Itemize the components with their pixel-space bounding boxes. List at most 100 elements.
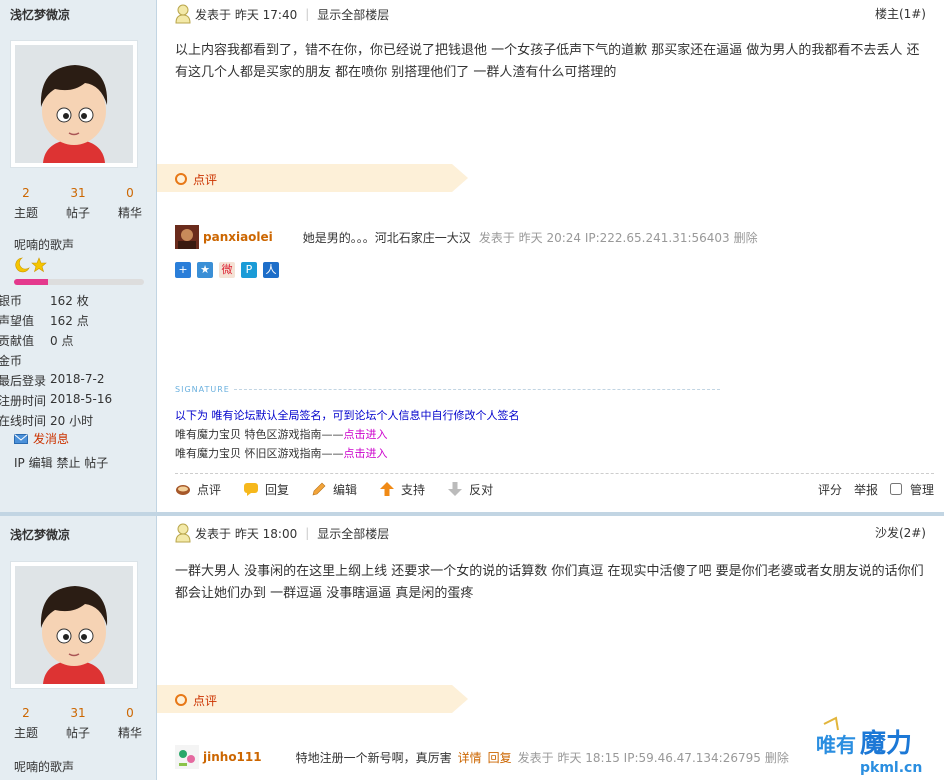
online-status-icon [175, 4, 191, 24]
post-main: 发表于 昨天 17:40 | 显示全部楼层 楼主(1#) 以上内容我都看到了，错… [157, 0, 944, 512]
signature-divider: SIGNATURE [175, 384, 720, 394]
pencil-icon [312, 482, 326, 496]
stat-posts[interactable]: 31 帖子 [66, 186, 90, 221]
teacup-icon [176, 485, 190, 495]
floor-number[interactable]: 楼主(1#) [875, 5, 926, 22]
comment-button[interactable]: 点评 [175, 481, 221, 498]
share-bar: + ★ 微 P 人 [175, 262, 279, 278]
post-content: 一群大男人 没事闲的在这里上纲上线 还要求一个女的说的话算数 你们真逗 在现实中… [175, 564, 924, 601]
comment-reply-link[interactable]: 回复 [488, 749, 512, 766]
comment-meta: 发表于 昨天 18:15 IP:59.46.47.134:26795 [517, 750, 761, 765]
floor-number[interactable]: 沙发(2#) [875, 524, 926, 541]
svg-text:pkml.cn: pkml.cn [860, 760, 922, 776]
comment-delete-link[interactable]: 删除 [734, 229, 758, 246]
level-progress-bar [14, 279, 144, 285]
svg-text:魔力: 魔力 [860, 729, 912, 759]
user-posts-link[interactable]: 帖子 [84, 456, 108, 470]
admin-links: IP 编辑 禁止 帖子 [14, 454, 108, 471]
profile-row: 最后登录 2018-7-2 [0, 372, 105, 388]
envelope-icon [14, 433, 28, 444]
commenter-avatar[interactable] [175, 225, 199, 249]
guide-link-2[interactable]: 点击进入 [344, 447, 388, 460]
profile-row: 银币 162 枚 [0, 294, 89, 308]
edit-user-link[interactable]: 编辑 [29, 456, 53, 470]
commenter-name[interactable]: panxiaolei [203, 230, 273, 244]
post-2: 浅忆梦微凉 2 主题 31 帖子 0 精华 呢喃的歌声 发表于 昨天 18:00… [0, 516, 944, 780]
ban-link[interactable]: 禁止 [56, 456, 80, 470]
post-1: 浅忆梦微凉 2 主题 31 帖子 0 精华 呢喃的歌声 银币 162 枚 声望值… [0, 0, 944, 512]
avatar[interactable] [10, 561, 138, 689]
signature: 以下为 唯有论坛默认全局签名，可到论坛个人信息中自行修改个人签名 唯有魔力宝贝 … [175, 406, 520, 463]
post-meta: 发表于 昨天 18:00 | 显示全部楼层 [175, 523, 934, 543]
comment-circle-icon [175, 173, 187, 185]
report-link[interactable]: 举报 [854, 481, 878, 498]
profile-row: 声望值 162 点 [0, 314, 89, 328]
comment-item: panxiaolei 她是男的。。。河北石家庄一大汉 发表于 昨天 20:24 … [175, 225, 926, 249]
commenter-name[interactable]: jinho111 [203, 750, 262, 764]
stat-threads[interactable]: 2 主题 [14, 706, 38, 741]
comment-circle-icon [175, 694, 187, 706]
comment-header: 点评 [157, 685, 468, 713]
pkml-logo: 唯有 魔力 pkml.cn [815, 716, 923, 777]
support-button[interactable]: 支持 [379, 481, 425, 498]
user-group[interactable]: 呢喃的歌声 [14, 236, 74, 253]
profile-row: 贡献值 0 点 [0, 334, 74, 348]
tencent-icon[interactable]: P [241, 262, 257, 278]
profile-row: 注册时间 2018-5-16 [0, 392, 113, 408]
stat-digest[interactable]: 0 精华 [118, 186, 142, 221]
arrow-up-icon [380, 482, 395, 496]
reply-button[interactable]: 回复 [243, 481, 289, 498]
arrow-down-icon [448, 482, 463, 496]
moon-star-icon [15, 257, 47, 273]
author-name[interactable]: 浅忆梦微凉 [10, 526, 70, 543]
author-stats: 2 主题 31 帖子 0 精华 [0, 706, 156, 741]
signature-line-1: 以下为 唯有论坛默认全局签名，可到论坛个人信息中自行修改个人签名 [175, 409, 520, 422]
user-group[interactable]: 呢喃的歌声 [14, 758, 74, 775]
stat-threads[interactable]: 2 主题 [14, 186, 38, 221]
post-actions: 点评 回复 编辑 支持 反对 评分 举报 管理 [175, 473, 934, 504]
qzone-icon[interactable]: ★ [197, 262, 213, 278]
comment-text: 特地注册一个新号啊，真厉害 [295, 750, 452, 765]
profile-fields: 银币 162 枚 声望值 162 点 贡献值 0 点 金币 最后登录 2018-7-2 … [0, 292, 148, 432]
comment-meta: 发表于 昨天 20:24 IP:222.65.241.31:56403 [478, 230, 730, 245]
weibo-icon[interactable]: 微 [219, 262, 235, 278]
speech-bubble-icon [244, 483, 259, 496]
comment-delete-link[interactable]: 删除 [765, 749, 789, 766]
plus-share-icon[interactable]: + [175, 262, 191, 278]
rate-link[interactable]: 评分 [818, 481, 842, 498]
svg-text:唯有: 唯有 [816, 733, 856, 757]
signature-line-3: 唯有魔力宝贝 怀旧区游戏指南——点击进入 [175, 447, 388, 460]
profile-row: 金币 [0, 354, 23, 368]
post-time: 发表于 昨天 17:40 [195, 7, 298, 22]
oppose-button[interactable]: 反对 [447, 481, 493, 498]
author-name[interactable]: 浅忆梦微凉 [10, 6, 70, 23]
author-stats: 2 主题 31 帖子 0 精华 [0, 186, 156, 221]
show-all-floors-link[interactable]: 显示全部楼层 [317, 6, 389, 23]
author-sidebar: 浅忆梦微凉 2 主题 31 帖子 0 精华 呢喃的歌声 [0, 0, 157, 512]
stat-posts[interactable]: 31 帖子 [66, 706, 90, 741]
guide-link-1[interactable]: 点击进入 [344, 428, 388, 441]
commenter-avatar[interactable] [175, 745, 199, 769]
manage-label: 管理 [909, 482, 934, 497]
post-content: 以上内容我都看到了，错不在你，你已经说了把钱退他 一个女孩子低声下气的道歉 那买… [175, 43, 920, 80]
online-status-icon [175, 523, 191, 543]
renren-icon[interactable]: 人 [263, 262, 279, 278]
post-meta: 发表于 昨天 17:40 | 显示全部楼层 [175, 4, 934, 24]
manage-checkbox[interactable] [889, 483, 902, 495]
show-all-floors-link[interactable]: 显示全部楼层 [317, 525, 389, 542]
avatar-image [15, 566, 133, 684]
profile-row: 在线时间 20 小时 [0, 414, 94, 428]
level-icons [14, 256, 48, 277]
post-time: 发表于 昨天 18:00 [195, 526, 298, 541]
comment-header: 点评 [157, 164, 468, 192]
signature-line-2: 唯有魔力宝贝 特色区游戏指南——点击进入 [175, 428, 388, 441]
author-sidebar: 浅忆梦微凉 2 主题 31 帖子 0 精华 呢喃的歌声 [0, 516, 157, 780]
avatar[interactable] [10, 40, 138, 168]
edit-button[interactable]: 编辑 [311, 481, 357, 498]
stat-digest[interactable]: 0 精华 [118, 706, 142, 741]
avatar-image [15, 45, 133, 163]
send-message-link[interactable]: 发消息 [14, 430, 69, 447]
comment-text: 她是男的。。。河北石家庄一大汉 [302, 230, 471, 245]
comment-detail-link[interactable]: 详情 [458, 749, 482, 766]
ip-link[interactable]: IP [14, 456, 25, 470]
